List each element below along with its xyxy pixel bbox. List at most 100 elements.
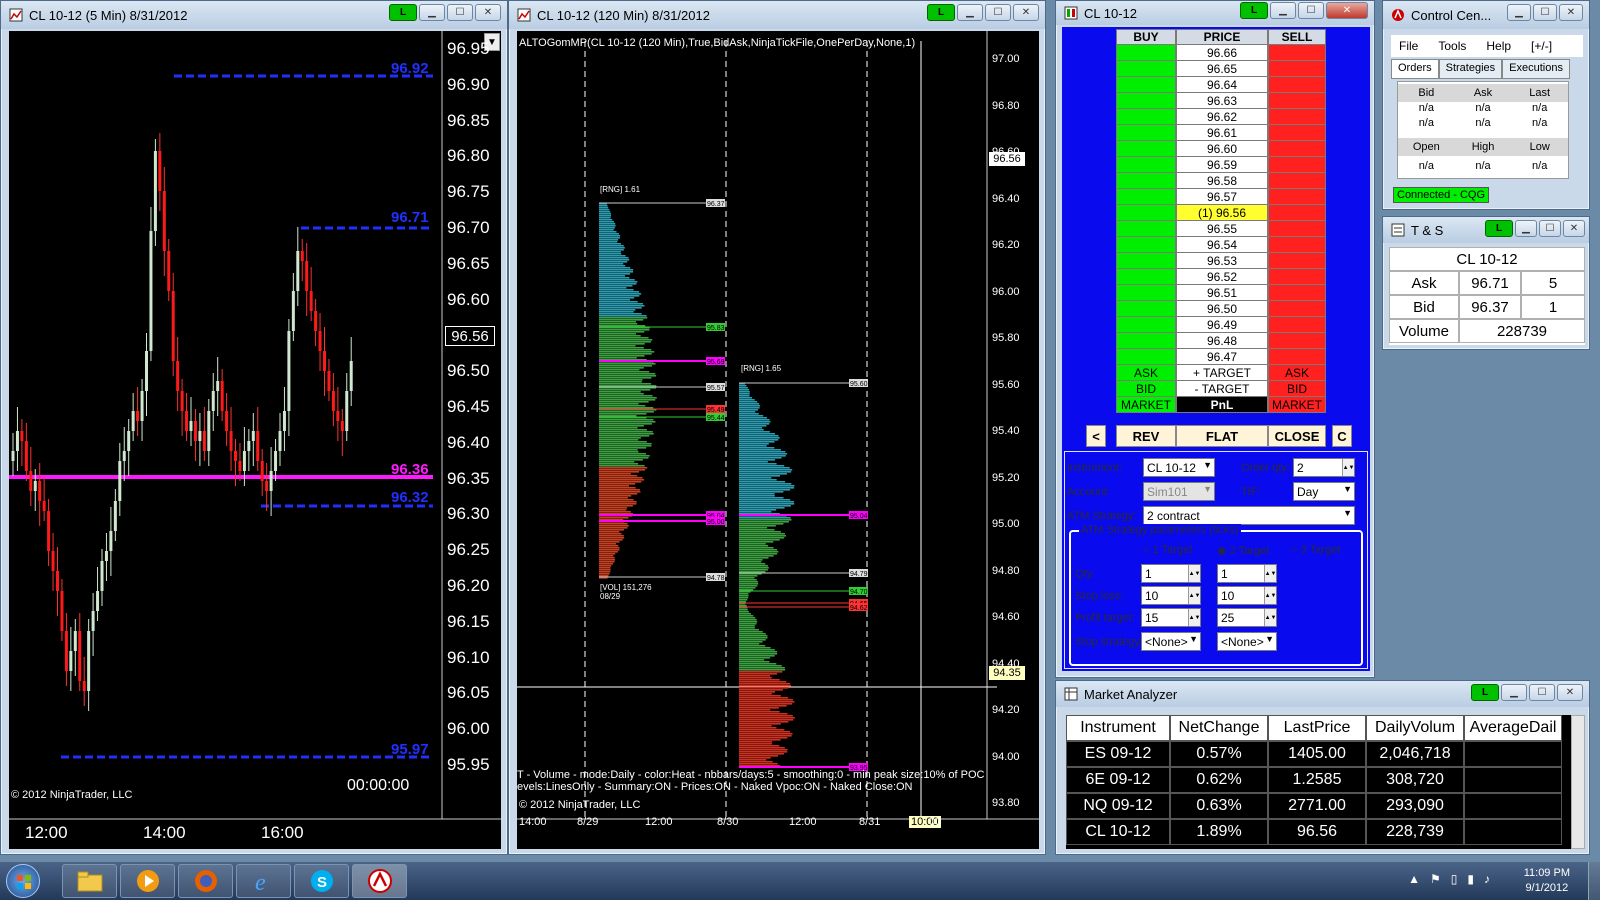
stepper-arrows-icon[interactable]: ▲▼ [1188,609,1200,626]
ladder-row[interactable]: 96.47 [1116,349,1326,365]
menu-expand[interactable]: [+/-] [1531,39,1552,53]
taskbar-clock[interactable]: 11:09 PM 9/1/2012 [1524,866,1570,896]
ladder-row[interactable]: 96.63 [1116,93,1326,109]
maximize-icon[interactable]: ☐ [1529,684,1555,701]
tray-volume-icon[interactable]: ♪ [1484,872,1490,886]
taskbar-firefox[interactable] [178,864,233,898]
link-button[interactable]: L [1471,684,1499,701]
sell-cell[interactable] [1268,285,1326,301]
maximize-icon[interactable]: ☐ [985,4,1011,21]
ladder-row[interactable]: 96.66 [1116,45,1326,61]
close-icon[interactable]: ✕ [475,4,501,21]
taskbar-media[interactable] [120,864,175,898]
price-ladder[interactable]: BUY PRICE SELL 96.66 96.65 96.64 96.63 96.62… [1116,29,1326,413]
ladder-row[interactable]: 96.58 [1116,173,1326,189]
target-2-radio[interactable]: ◉ 2 Target [1217,544,1269,557]
sell-cell[interactable] [1268,109,1326,125]
sell-cell[interactable] [1268,317,1326,333]
link-button[interactable]: L [1485,220,1513,237]
sell-cell[interactable] [1268,141,1326,157]
minimize-icon[interactable]: ▁ [1270,2,1296,19]
buy-cell[interactable] [1116,237,1176,253]
bid-row[interactable]: BID - TARGET BID [1116,381,1326,397]
col-dailyvolume[interactable]: DailyVolum [1366,715,1464,741]
ladder-row[interactable]: 96.53 [1116,253,1326,269]
chart-5min-panel[interactable]: ▼ 96.95 96.90 96.85 96.80 96.75 96.70 96.65 96.… [9,31,501,849]
buy-bid-cell[interactable]: BID [1116,381,1176,397]
buy-cell[interactable] [1116,269,1176,285]
menu-file[interactable]: File [1399,39,1418,53]
tray-chevron-icon[interactable]: ▲ [1408,872,1420,886]
ladder-row[interactable]: 96.65 [1116,61,1326,77]
stop-strategy-1-select[interactable]: <None> ▼ [1141,632,1201,651]
col-netchange[interactable]: NetChange [1170,715,1268,741]
ladder-row[interactable]: 96.48 [1116,333,1326,349]
buy-cell[interactable] [1116,221,1176,237]
buy-cell[interactable] [1116,349,1176,365]
atm-strategy-select[interactable]: 2 contract ▼ [1143,506,1355,525]
buy-market-cell[interactable]: MARKET [1116,397,1176,413]
scroll-left-button[interactable]: < [1086,425,1106,447]
chart-120min-titlebar[interactable]: CL 10-12 (120 Min) 8/31/2012 L ▁ ☐ ✕ [509,1,1045,29]
reverse-button[interactable]: REV [1116,425,1176,447]
buy-cell[interactable] [1116,93,1176,109]
instrument-select[interactable]: CL 10-12 ▼ [1143,458,1215,477]
menu-help[interactable]: Help [1486,39,1511,53]
sell-cell[interactable] [1268,157,1326,173]
sell-cell[interactable] [1268,173,1326,189]
sell-cell[interactable] [1268,221,1326,237]
close-icon[interactable]: ✕ [1563,220,1585,237]
buy-cell[interactable] [1116,317,1176,333]
tray-flag-icon[interactable]: ⚑ [1430,872,1441,886]
sell-cell[interactable] [1268,125,1326,141]
minimize-icon[interactable]: ▁ [1501,684,1527,701]
account-select[interactable]: Sim101 ▼ [1143,482,1215,501]
maximize-icon[interactable]: ☐ [447,4,473,21]
close-icon[interactable]: ✕ [1557,684,1583,701]
stop-2-stepper[interactable]: 10 ▲▼ [1217,586,1277,605]
ladder-row[interactable]: 96.57 [1116,189,1326,205]
control-center-titlebar[interactable]: Control Cen... ▁ ☐ ✕ [1383,1,1589,29]
profit-2-stepper[interactable]: 25 ▲▼ [1217,608,1277,627]
ladder-row[interactable]: 96.52 [1116,269,1326,285]
buy-cell[interactable] [1116,77,1176,93]
tab-orders[interactable]: Orders [1391,59,1439,79]
minimize-icon[interactable]: ▁ [1507,4,1531,21]
ladder-row[interactable]: 96.50 [1116,301,1326,317]
sell-cell[interactable] [1268,93,1326,109]
market-row[interactable]: MARKET PnL MARKET [1116,397,1326,413]
sell-bid-cell[interactable]: BID [1268,381,1326,397]
col-averagedaily[interactable]: AverageDail [1464,715,1562,741]
link-button[interactable]: L [927,4,955,21]
stepper-arrows-icon[interactable]: ▲▼ [1188,587,1200,604]
minus-target-cell[interactable]: - TARGET [1176,381,1268,397]
sell-cell[interactable] [1268,349,1326,365]
sell-cell[interactable] [1268,189,1326,205]
buy-cell[interactable] [1116,61,1176,77]
taskbar-ninjatrader[interactable] [352,864,407,898]
buy-cell[interactable] [1116,45,1176,61]
stepper-arrows-icon[interactable]: ▲▼ [1188,565,1200,582]
ladder-row[interactable]: 96.60 [1116,141,1326,157]
link-button[interactable]: L [389,4,417,21]
sell-cell[interactable] [1268,61,1326,77]
ladder-row[interactable]: 96.51 [1116,285,1326,301]
ladder-row[interactable]: 96.64 [1116,77,1326,93]
vertical-scrollbar[interactable] [1571,715,1585,849]
table-row[interactable]: ES 09-12 0.57% 1405.00 2,046,718 [1066,741,1578,767]
superdom-titlebar[interactable]: CL 10-12 L ▁ ☐ ✕ [1056,1,1374,25]
menu-tools[interactable]: Tools [1438,39,1466,53]
order-qty-stepper[interactable]: 2 ▲▼ [1293,458,1355,477]
ladder-row[interactable]: 96.54 [1116,237,1326,253]
tif-select[interactable]: Day ▼ [1293,482,1355,501]
ladder-row[interactable]: 96.62 [1116,109,1326,125]
buy-cell[interactable] [1116,301,1176,317]
taskbar-skype[interactable]: S [294,864,349,898]
start-button[interactable] [6,864,40,898]
flatten-button[interactable]: FLAT [1176,425,1268,447]
close-icon[interactable]: ✕ [1013,4,1039,21]
chart-5min-titlebar[interactable]: CL 10-12 (5 Min) 8/31/2012 L ▁ ☐ ✕ [1,1,507,29]
buy-cell[interactable] [1116,109,1176,125]
target-1-radio[interactable]: ○ 1 Target [1143,544,1192,556]
buy-cell[interactable] [1116,157,1176,173]
